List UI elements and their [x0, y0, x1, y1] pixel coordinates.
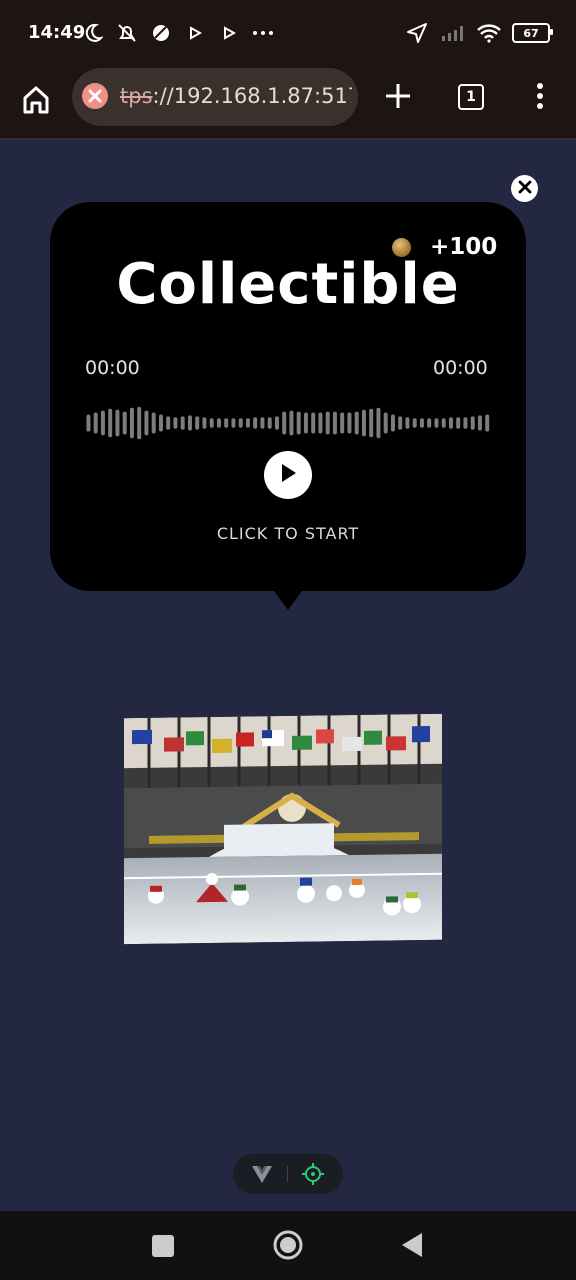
- waveform-bar: [419, 418, 424, 428]
- moon-icon: [80, 20, 106, 46]
- vue-logo-icon[interactable]: [251, 1164, 273, 1184]
- waveform-bar: [86, 414, 91, 432]
- waveform-bar: [166, 416, 171, 430]
- waveform-bar: [325, 411, 330, 435]
- circle-slash-icon: [148, 20, 174, 46]
- audio-total-time: 00:00: [433, 357, 488, 379]
- waveform-bar: [245, 418, 250, 428]
- waveform-bar: [129, 407, 134, 439]
- waveform-bar: [122, 411, 127, 435]
- battery-icon: 67: [512, 23, 553, 43]
- play-icon: [216, 20, 242, 46]
- url-scheme: tps: [120, 84, 153, 108]
- waveform-bar: [100, 410, 105, 436]
- location-arrow-icon: [404, 20, 430, 46]
- tabs-button[interactable]: 1: [458, 84, 484, 110]
- waveform-bar: [282, 411, 287, 435]
- waveform-bar: [456, 417, 461, 429]
- waveform-bar: [224, 418, 229, 428]
- recent-apps-button[interactable]: [152, 1235, 174, 1257]
- play-icon: [182, 20, 208, 46]
- new-tab-plus-icon[interactable]: [380, 78, 416, 114]
- card-title: Collectible: [116, 252, 460, 317]
- waveform-bar: [253, 417, 258, 429]
- status-time: 14:49: [28, 22, 86, 43]
- play-button[interactable]: [264, 451, 312, 499]
- url-bar[interactable]: tps://192.168.1.87:5173: [72, 68, 358, 126]
- dev-tools-pill: [233, 1154, 343, 1194]
- wifi-icon: [476, 20, 502, 46]
- not-secure-icon[interactable]: [82, 83, 108, 109]
- waveform-bar: [311, 412, 316, 434]
- home-icon[interactable]: [18, 82, 54, 118]
- waveform-bar: [412, 418, 417, 428]
- waveform-bar: [361, 409, 366, 437]
- menu-icon[interactable]: [528, 78, 552, 114]
- pill-divider: [287, 1166, 288, 1182]
- bell-off-icon: [114, 20, 140, 46]
- waveform-bar: [477, 415, 482, 431]
- waveform-bar: [485, 414, 490, 432]
- target-icon[interactable]: [302, 1163, 324, 1185]
- url-text[interactable]: tps://192.168.1.87:5173: [120, 84, 352, 108]
- waveform-bar: [354, 411, 359, 435]
- waveform-bar: [274, 416, 279, 430]
- status-bar: 14:49 67: [0, 0, 576, 68]
- click-to-start-label[interactable]: CLICK TO START: [50, 524, 526, 543]
- more-icon: [250, 20, 276, 46]
- system-navigation-bar: [0, 1211, 576, 1280]
- signal-icon: [440, 20, 466, 46]
- play-icon: [278, 462, 298, 488]
- waveform-bar: [369, 408, 374, 438]
- waveform-bar: [195, 416, 200, 430]
- waveform-bar: [267, 417, 272, 429]
- waveform-bar: [441, 418, 446, 428]
- waveform-bar: [448, 417, 453, 429]
- waveform-bar: [151, 412, 156, 434]
- waveform-bar: [158, 414, 163, 432]
- waveform-bar: [296, 411, 301, 435]
- waveform-bar: [260, 417, 265, 429]
- waveform-bar: [238, 418, 243, 428]
- waveform-bar: [434, 418, 439, 428]
- audio-current-time: 00:00: [85, 357, 140, 379]
- browser-toolbar: tps://192.168.1.87:5173 1: [0, 68, 576, 140]
- waveform-bar: [187, 415, 192, 431]
- waveform-bar: [180, 416, 185, 430]
- status-notification-icons: [80, 20, 276, 46]
- waveform-bar: [93, 412, 98, 434]
- back-button[interactable]: [400, 1231, 424, 1259]
- waveform-bar: [383, 412, 388, 434]
- waveform-bar: [340, 412, 345, 434]
- waveform-bar: [115, 409, 120, 437]
- waveform-bar: [390, 414, 395, 432]
- waveform-bar: [376, 407, 381, 439]
- collectible-painting-image[interactable]: [124, 713, 442, 945]
- close-button[interactable]: [511, 175, 538, 202]
- home-button[interactable]: [272, 1229, 304, 1261]
- waveform-bar: [108, 408, 113, 438]
- waveform-bar: [405, 417, 410, 429]
- waveform-bar: [289, 410, 294, 436]
- card-pointer: [272, 588, 304, 610]
- waveform-bar: [318, 412, 323, 434]
- waveform-bar: [463, 417, 468, 429]
- waveform-bar: [303, 412, 308, 434]
- waveform-bar: [202, 417, 207, 429]
- waveform-bar: [144, 410, 149, 436]
- waveform-bar: [347, 412, 352, 434]
- waveform-bar: [216, 418, 221, 428]
- waveform-bar: [231, 418, 236, 428]
- audio-waveform[interactable]: [85, 404, 491, 442]
- waveform-bar: [332, 411, 337, 435]
- waveform-bar: [427, 418, 432, 428]
- close-icon: [518, 179, 532, 198]
- url-host: ://192.168.1.87:5173: [152, 84, 352, 108]
- waveform-bar: [398, 416, 403, 430]
- waveform-bar: [470, 416, 475, 430]
- waveform-bar: [173, 417, 178, 429]
- status-system-icons: 67: [404, 20, 553, 46]
- waveform-bar: [209, 418, 214, 428]
- waveform-bar: [137, 406, 142, 440]
